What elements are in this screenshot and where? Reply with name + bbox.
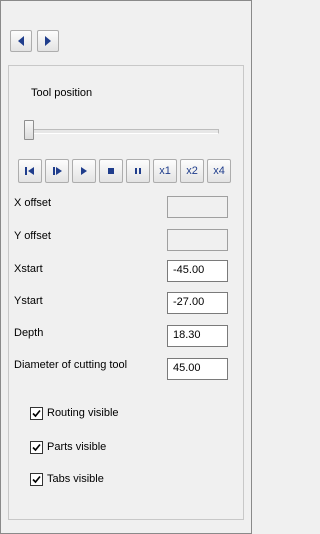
pause-icon: [135, 168, 141, 174]
pause-button[interactable]: [126, 159, 150, 183]
diameter-label: Diameter of cutting tool: [14, 359, 128, 371]
triangle-left-icon: [18, 36, 24, 46]
play-icon: [81, 167, 87, 175]
routing-visible-label[interactable]: Routing visible: [47, 407, 119, 419]
next-button[interactable]: [37, 30, 59, 52]
xstart-label: Xstart: [14, 263, 43, 275]
xstart-field[interactable]: -45.00: [167, 260, 228, 282]
parts-visible-checkbox[interactable]: [30, 441, 43, 454]
tabs-visible-checkbox[interactable]: [30, 473, 43, 486]
speed-x4-button[interactable]: x4: [207, 159, 231, 183]
tool-position-label: Tool position: [31, 87, 93, 99]
prev-button[interactable]: [10, 30, 32, 52]
y-offset-label: Y offset: [14, 230, 51, 242]
stop-button[interactable]: [99, 159, 123, 183]
step-back-icon: [25, 167, 34, 175]
checkmark-icon: [32, 443, 41, 452]
window-frame: Tool position x1 x2 x4 X offset Y offset…: [0, 0, 252, 534]
depth-field[interactable]: 18.30: [167, 325, 228, 347]
x-offset-label: X offset: [14, 197, 52, 209]
speed-x1-button[interactable]: x1: [153, 159, 177, 183]
x-offset-field[interactable]: [167, 196, 228, 218]
triangle-right-icon: [45, 36, 51, 46]
speed-x2-button[interactable]: x2: [180, 159, 204, 183]
diameter-field[interactable]: 45.00: [167, 358, 228, 380]
ystart-field[interactable]: -27.00: [167, 292, 228, 314]
step-forward-icon: [53, 167, 62, 175]
tabs-visible-label[interactable]: Tabs visible: [47, 473, 104, 485]
checkmark-icon: [32, 409, 41, 418]
parts-visible-label[interactable]: Parts visible: [47, 441, 106, 453]
step-back-button[interactable]: [18, 159, 42, 183]
y-offset-field[interactable]: [167, 229, 228, 251]
stop-icon: [108, 168, 114, 174]
depth-label: Depth: [14, 327, 44, 339]
play-button[interactable]: [72, 159, 96, 183]
tool-position-slider-thumb[interactable]: [24, 120, 34, 140]
ystart-label: Ystart: [14, 295, 43, 307]
step-forward-button[interactable]: [45, 159, 69, 183]
checkmark-icon: [32, 475, 41, 484]
routing-visible-checkbox[interactable]: [30, 407, 43, 420]
tool-position-slider-track[interactable]: [26, 129, 219, 134]
